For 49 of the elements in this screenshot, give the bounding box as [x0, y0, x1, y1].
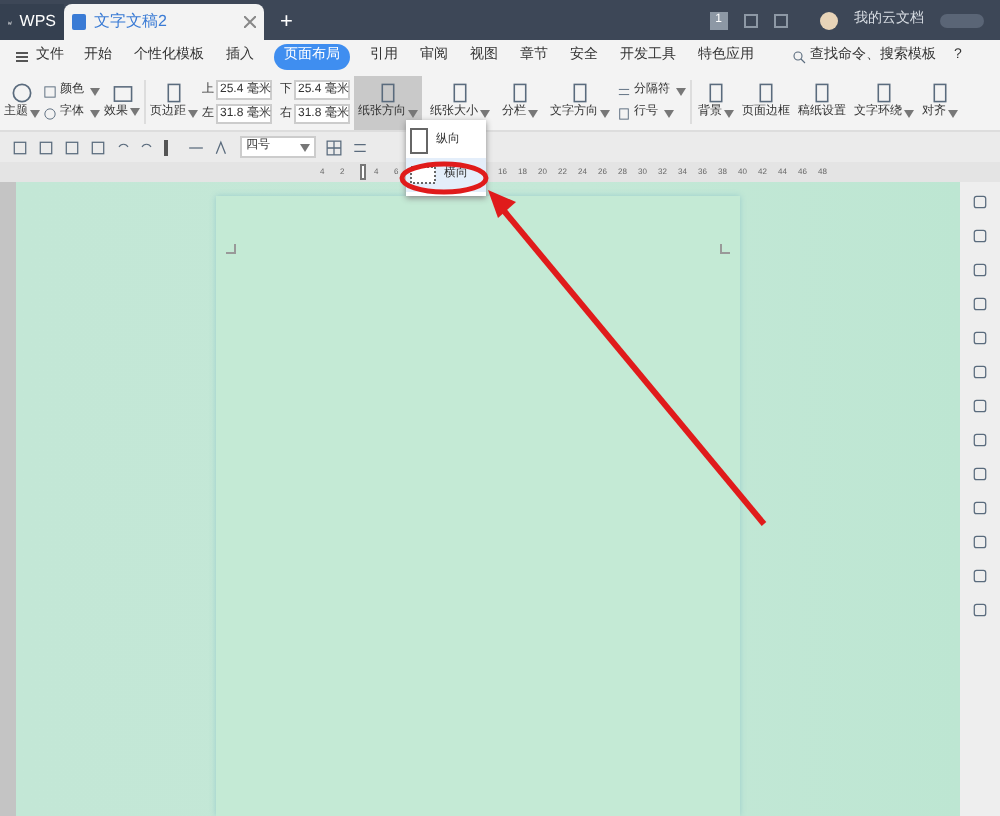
search-icon [792, 50, 806, 64]
page-icon [874, 82, 894, 104]
tool-icon [972, 534, 988, 550]
table-icon [326, 139, 342, 155]
caret-icon [130, 108, 140, 116]
page-icon [706, 82, 726, 104]
caret-icon [188, 109, 198, 117]
page-icon [378, 82, 398, 104]
corner-mark [226, 244, 236, 254]
page-icon [510, 82, 530, 104]
avatar[interactable] [820, 11, 838, 29]
corner-mark [720, 244, 730, 254]
tool-icon [972, 262, 988, 278]
tool-icon [972, 228, 988, 244]
tool-icon [972, 602, 988, 618]
tab-title: WPS [19, 10, 56, 34]
new-tab-button[interactable]: + [264, 4, 309, 40]
page-icon [930, 82, 950, 104]
window-icon[interactable] [774, 13, 788, 27]
tool-icon [972, 500, 988, 516]
page-icon [450, 82, 470, 104]
document-tab[interactable]: WPS [0, 4, 64, 40]
highlight-ellipse [399, 161, 489, 195]
tool-icon [972, 296, 988, 312]
caret-icon [90, 109, 100, 117]
tool-icon [972, 398, 988, 414]
page-icon [570, 82, 590, 104]
document-tab[interactable]: 文字文稿2 [64, 4, 264, 40]
tool-icon [972, 432, 988, 448]
page-icon [164, 82, 184, 104]
caret-icon [664, 109, 674, 117]
tab-title: 文字文稿2 [94, 10, 169, 34]
close-icon[interactable] [244, 16, 256, 28]
menu-icon [16, 52, 28, 62]
tool-icon [972, 330, 988, 346]
indent-marker[interactable] [360, 164, 366, 180]
tool-icon [972, 364, 988, 380]
page-icon [812, 82, 832, 104]
tool-icon [972, 568, 988, 584]
tool-icon [972, 194, 988, 210]
caret-icon [30, 109, 40, 117]
page-icon [756, 82, 776, 104]
breaks-icon [618, 85, 630, 97]
tool-icon [972, 466, 988, 482]
caret-icon [90, 87, 100, 95]
caret-icon [300, 143, 310, 151]
caret-icon [676, 87, 686, 95]
window-icon[interactable] [744, 13, 758, 27]
document-icon [72, 14, 86, 30]
